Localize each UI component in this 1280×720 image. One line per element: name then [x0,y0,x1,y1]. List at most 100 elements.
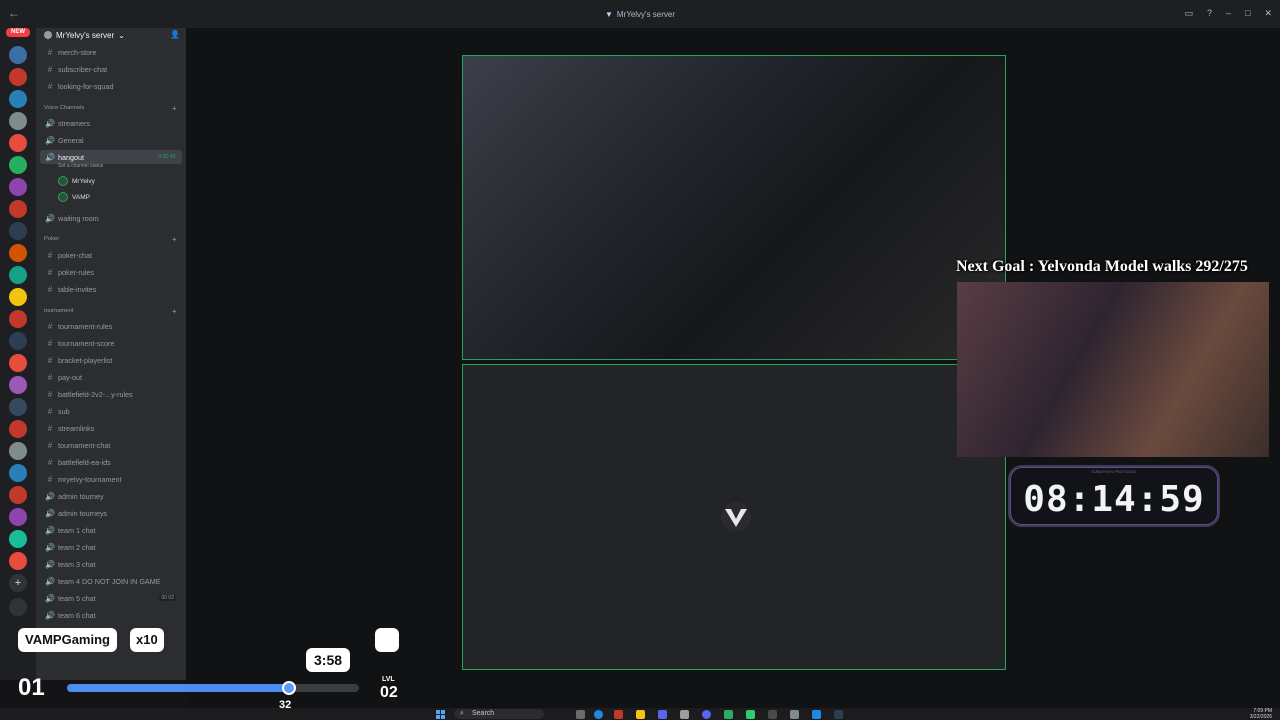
poker-channel-1[interactable]: # poker-rules [36,265,186,279]
store-icon[interactable] [680,710,689,719]
server-icon-12[interactable] [9,288,27,306]
voice-channel-hangout[interactable]: 🔊 hangout 0:11:41 [40,150,182,164]
voice-user[interactable]: VAMP [58,192,90,202]
server-icon-1[interactable] [9,46,27,64]
category-voice-channels[interactable]: Voice Channels + [44,104,177,113]
steam-icon[interactable] [834,710,843,719]
minimize-button[interactable]: – [1226,8,1231,19]
file-explorer-icon[interactable] [636,710,645,719]
system-clock[interactable]: 7:09 PM 3/22/2026 [1250,708,1272,720]
server-icon-6[interactable] [9,156,27,174]
speaker-icon: 🔊 [45,610,55,620]
tournament-voice-5[interactable]: 🔊 team 4 DO NOT JOIN IN GAME [36,574,186,588]
voice-channel-general[interactable]: 🔊 General [36,133,186,147]
tournament-voice-1[interactable]: 🔊 admin tourneys [36,506,186,520]
poker-channel-2[interactable]: # table-invites [36,282,186,296]
channel-label: admin tourneys [58,508,108,518]
server-icon-15[interactable] [9,354,27,372]
tournament-channel-2[interactable]: # bracket-playerlist [36,353,186,367]
poker-channel-0[interactable]: # poker-chat [36,248,186,262]
server-icon-18[interactable] [9,420,27,438]
channel-label: battlefield-ea-ids [58,457,111,467]
channel-1[interactable]: # subscriber-chat [36,62,186,76]
tournament-channel-1[interactable]: # tournament-score [36,336,186,350]
app-icon-6[interactable] [812,710,821,719]
video-tile-vamp[interactable] [462,364,1006,670]
server-icon-7[interactable] [9,178,27,196]
server-icon-19[interactable] [9,442,27,460]
channel-status[interactable]: Set a channel status [58,163,103,169]
server-icon-5[interactable] [9,134,27,152]
server-icon [44,31,52,39]
channel-0[interactable]: # merch-store [36,45,186,59]
tournament-channel-3[interactable]: # pay-out [36,370,186,384]
new-badge[interactable]: NEW [6,28,30,37]
server-icon-21[interactable] [9,486,27,504]
help-icon[interactable]: ? [1207,8,1212,19]
server-icon-24[interactable] [9,552,27,570]
add-channel-icon[interactable]: + [172,307,177,316]
webcam-feed [957,282,1269,457]
tournament-channel-6[interactable]: # streamlinks [36,421,186,435]
tournament-voice-6[interactable]: 🔊 team 5 chat 00 02 [36,591,186,605]
discord-taskbar-icon[interactable] [702,710,711,719]
tournament-channel-9[interactable]: # mryelvy-tournament [36,472,186,486]
task-view-icon[interactable] [576,710,585,719]
tournament-voice-4[interactable]: 🔊 team 3 chat [36,557,186,571]
server-icon-8[interactable] [9,200,27,218]
voice-channel-waiting-room[interactable]: 🔊 waiting room [36,211,186,225]
edge-icon[interactable] [594,710,603,719]
voice-channel-streamers[interactable]: 🔊 streamers [36,116,186,130]
tournament-channel-8[interactable]: # battlefield-ea-ids [36,455,186,469]
teams-icon[interactable] [658,710,667,719]
app-icon-2[interactable] [724,710,733,719]
category-tournament[interactable]: tournament + [44,307,177,316]
add-channel-icon[interactable]: + [172,235,177,244]
app-icon-5[interactable] [790,710,799,719]
server-icon-11[interactable] [9,266,27,284]
tournament-voice-2[interactable]: 🔊 team 1 chat [36,523,186,537]
speaker-icon: 🔊 [45,525,55,535]
app-icon[interactable] [614,710,623,719]
server-icon-3[interactable] [9,90,27,108]
inbox-icon[interactable]: ▭ [1184,8,1193,19]
taskbar-search[interactable]: ⌕ Search [454,709,544,719]
server-icon-2[interactable] [9,68,27,86]
channel-2[interactable]: # looking-for-squad [36,79,186,93]
hash-icon: # [47,474,53,484]
tournament-channel-4[interactable]: # battlefield-2v2-...y-rules [36,387,186,401]
discover-icon[interactable] [9,598,27,616]
server-icon-20[interactable] [9,464,27,482]
add-member-icon[interactable]: 👤 [170,30,180,39]
add-server-icon[interactable]: + [9,574,27,592]
tournament-voice-7[interactable]: 🔊 team 6 chat [36,608,186,622]
server-icon-22[interactable] [9,508,27,526]
windows-start-icon[interactable] [436,710,445,719]
tournament-channel-0[interactable]: # tournament-rules [36,319,186,333]
server-icon-23[interactable] [9,530,27,548]
voice-user[interactable]: MrYelvy [58,176,95,186]
add-channel-icon[interactable]: + [172,104,177,113]
hash-icon: # [47,321,53,331]
server-icon-4[interactable] [9,112,27,130]
tournament-channel-5[interactable]: # sub [36,404,186,418]
server-icon-14[interactable] [9,332,27,350]
tournament-voice-0[interactable]: 🔊 admin tourney [36,489,186,503]
tournament-voice-3[interactable]: 🔊 team 2 chat [36,540,186,554]
tournament-channel-7[interactable]: # tournament-chat [36,438,186,452]
server-icon-13[interactable] [9,310,27,328]
video-tile-streamer[interactable] [462,55,1006,360]
app-icon-3[interactable] [746,710,755,719]
maximize-button[interactable]: □ [1245,8,1250,19]
server-header[interactable]: MrYelvy's server ⌄ 👤 [36,28,186,42]
app-icon-4[interactable] [768,710,777,719]
server-icon-16[interactable] [9,376,27,394]
close-button[interactable]: ✕ [1264,8,1272,19]
category-poker[interactable]: Poker + [44,235,177,244]
window-controls: ▭ ? – □ ✕ [1184,8,1272,19]
server-icon-17[interactable] [9,398,27,416]
server-icon-10[interactable] [9,244,27,262]
speaker-icon: 🔊 [45,593,55,603]
channel-label: team 1 chat [58,525,96,535]
server-icon-9[interactable] [9,222,27,240]
